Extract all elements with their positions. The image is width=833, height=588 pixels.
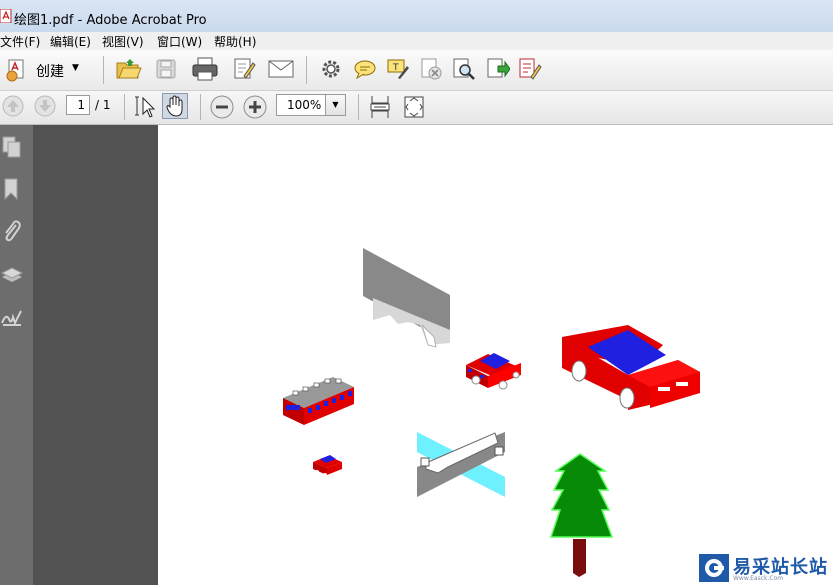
big-car-drawing [562, 325, 700, 410]
menu-window[interactable]: 窗口(W) [157, 33, 202, 50]
bus-drawing [283, 377, 354, 425]
page-total: / 1 [95, 98, 111, 112]
zoom-dropdown-button[interactable]: ▼ [325, 94, 346, 116]
tree-drawing [549, 453, 614, 577]
highlight-icon[interactable]: T [386, 58, 410, 80]
menu-edit[interactable]: 编辑(E) [50, 33, 91, 50]
search-pages-icon[interactable] [452, 58, 476, 80]
medium-car-drawing [466, 353, 521, 390]
toolbar-divider [358, 94, 359, 120]
menu-bar: 文件(F) 编辑(E) 视图(V) 窗口(W) 帮助(H) [0, 32, 833, 50]
toolbar-divider [306, 56, 307, 84]
create-pdf-icon[interactable] [4, 58, 28, 82]
toolbar-divider [103, 56, 104, 84]
chevron-down-icon[interactable]: ▼ [72, 63, 79, 73]
fit-page-icon[interactable] [403, 95, 425, 119]
toolbar-divider [124, 94, 125, 120]
hand-tool-button[interactable] [162, 93, 188, 119]
bookmark-icon[interactable] [0, 175, 24, 203]
email-icon[interactable] [268, 60, 294, 78]
main-toolbar: 创建 ▼ T [0, 50, 833, 91]
toolbar-divider [200, 94, 201, 120]
save-icon[interactable] [155, 58, 177, 80]
zoom-in-icon[interactable] [243, 95, 267, 119]
billboard-drawing [363, 248, 450, 348]
create-button[interactable]: 创建 [36, 61, 64, 81]
menu-file[interactable]: 文件(F) [0, 33, 40, 50]
select-cursor-icon[interactable] [134, 95, 156, 119]
navigation-toolbar: 1 / 1 100% ▼ [0, 91, 833, 125]
zoom-out-icon[interactable] [210, 95, 234, 119]
hand-icon [166, 95, 183, 117]
layers-icon[interactable] [0, 261, 24, 289]
edit-document-icon[interactable] [232, 57, 256, 81]
page-number-input[interactable]: 1 [66, 95, 90, 115]
delete-pages-icon[interactable] [420, 58, 442, 80]
title-bar: 绘图1.pdf - Adobe Acrobat Pro [0, 0, 833, 32]
comment-icon[interactable] [353, 59, 377, 79]
settings-icon[interactable] [320, 58, 342, 80]
svg-text:T: T [392, 63, 399, 73]
bridge-drawing [417, 432, 505, 497]
pages-icon[interactable] [0, 133, 24, 161]
watermark: 易采站长站 Www.Easck.Com [697, 551, 833, 585]
window-title: 绘图1.pdf - Adobe Acrobat Pro [14, 13, 207, 28]
zoom-input[interactable]: 100% [276, 94, 326, 116]
watermark-logo-icon [699, 554, 729, 582]
menu-help[interactable]: 帮助(H) [214, 33, 256, 50]
next-page-icon[interactable] [34, 95, 56, 117]
export-icon[interactable] [486, 58, 510, 80]
navigation-panel [0, 125, 33, 585]
sign-document-icon[interactable] [518, 58, 542, 80]
pdf-file-icon [0, 9, 12, 23]
document-gutter [33, 125, 158, 585]
drawing-illustration [283, 248, 700, 577]
print-icon[interactable] [192, 57, 218, 81]
attachment-icon[interactable] [0, 217, 24, 245]
menu-view[interactable]: 视图(V) [102, 33, 144, 50]
fit-width-icon[interactable] [369, 95, 391, 119]
signature-icon[interactable] [0, 303, 24, 331]
watermark-subtext: Www.Easck.Com [733, 575, 784, 582]
document-page[interactable] [158, 125, 833, 585]
open-folder-icon[interactable] [116, 57, 142, 81]
small-car-drawing [313, 455, 342, 477]
previous-page-icon[interactable] [2, 95, 24, 117]
